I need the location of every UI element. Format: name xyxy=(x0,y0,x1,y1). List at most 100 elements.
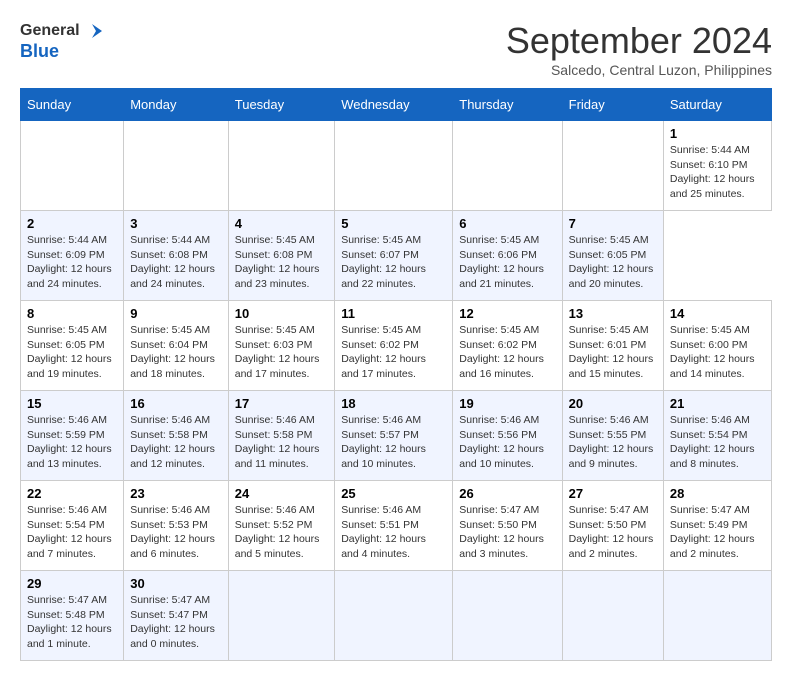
day-number: 21 xyxy=(670,396,765,411)
day-info: Sunrise: 5:46 AM Sunset: 5:51 PM Dayligh… xyxy=(341,503,446,562)
day-number: 20 xyxy=(569,396,657,411)
day-number: 4 xyxy=(235,216,328,231)
day-number: 16 xyxy=(130,396,222,411)
day-info: Sunrise: 5:45 AM Sunset: 6:06 PM Dayligh… xyxy=(459,233,555,292)
calendar-day-cell: 21 Sunrise: 5:46 AM Sunset: 5:54 PM Dayl… xyxy=(663,391,771,481)
header-thursday: Thursday xyxy=(453,89,562,121)
day-info: Sunrise: 5:46 AM Sunset: 5:54 PM Dayligh… xyxy=(27,503,117,562)
day-info: Sunrise: 5:44 AM Sunset: 6:10 PM Dayligh… xyxy=(670,143,765,202)
header-sunday: Sunday xyxy=(21,89,124,121)
calendar-week-row: 15 Sunrise: 5:46 AM Sunset: 5:59 PM Dayl… xyxy=(21,391,772,481)
day-info: Sunrise: 5:47 AM Sunset: 5:50 PM Dayligh… xyxy=(569,503,657,562)
title-section: September 2024 Salcedo, Central Luzon, P… xyxy=(506,20,772,78)
calendar-day-cell: 18 Sunrise: 5:46 AM Sunset: 5:57 PM Dayl… xyxy=(335,391,453,481)
header-wednesday: Wednesday xyxy=(335,89,453,121)
calendar-table: Sunday Monday Tuesday Wednesday Thursday… xyxy=(20,88,772,661)
day-number: 7 xyxy=(569,216,657,231)
day-info: Sunrise: 5:46 AM Sunset: 5:59 PM Dayligh… xyxy=(27,413,117,472)
logo-arrow-icon xyxy=(82,20,104,42)
day-info: Sunrise: 5:47 AM Sunset: 5:48 PM Dayligh… xyxy=(27,593,117,652)
calendar-day-cell: 22 Sunrise: 5:46 AM Sunset: 5:54 PM Dayl… xyxy=(21,481,124,571)
day-number: 29 xyxy=(27,576,117,591)
calendar-week-row: 1 Sunrise: 5:44 AM Sunset: 6:10 PM Dayli… xyxy=(21,121,772,211)
day-number: 22 xyxy=(27,486,117,501)
calendar-day-cell: 24 Sunrise: 5:46 AM Sunset: 5:52 PM Dayl… xyxy=(228,481,334,571)
day-info: Sunrise: 5:45 AM Sunset: 6:01 PM Dayligh… xyxy=(569,323,657,382)
day-info: Sunrise: 5:45 AM Sunset: 6:07 PM Dayligh… xyxy=(341,233,446,292)
day-info: Sunrise: 5:46 AM Sunset: 5:56 PM Dayligh… xyxy=(459,413,555,472)
calendar-day-cell: 8 Sunrise: 5:45 AM Sunset: 6:05 PM Dayli… xyxy=(21,301,124,391)
day-number: 25 xyxy=(341,486,446,501)
day-info: Sunrise: 5:45 AM Sunset: 6:05 PM Dayligh… xyxy=(27,323,117,382)
calendar-day-cell: 12 Sunrise: 5:45 AM Sunset: 6:02 PM Dayl… xyxy=(453,301,562,391)
day-info: Sunrise: 5:45 AM Sunset: 6:04 PM Dayligh… xyxy=(130,323,222,382)
calendar-day-cell: 30 Sunrise: 5:47 AM Sunset: 5:47 PM Dayl… xyxy=(124,571,229,661)
calendar-empty-cell xyxy=(335,571,453,661)
day-number: 17 xyxy=(235,396,328,411)
day-info: Sunrise: 5:45 AM Sunset: 6:08 PM Dayligh… xyxy=(235,233,328,292)
day-info: Sunrise: 5:46 AM Sunset: 5:53 PM Dayligh… xyxy=(130,503,222,562)
day-number: 15 xyxy=(27,396,117,411)
calendar-day-cell: 6 Sunrise: 5:45 AM Sunset: 6:06 PM Dayli… xyxy=(453,211,562,301)
day-number: 2 xyxy=(27,216,117,231)
day-number: 26 xyxy=(459,486,555,501)
day-number: 13 xyxy=(569,306,657,321)
header-friday: Friday xyxy=(562,89,663,121)
day-info: Sunrise: 5:47 AM Sunset: 5:49 PM Dayligh… xyxy=(670,503,765,562)
month-title: September 2024 xyxy=(506,20,772,62)
header-monday: Monday xyxy=(124,89,229,121)
day-number: 3 xyxy=(130,216,222,231)
day-number: 8 xyxy=(27,306,117,321)
calendar-day-cell: 15 Sunrise: 5:46 AM Sunset: 5:59 PM Dayl… xyxy=(21,391,124,481)
calendar-week-row: 8 Sunrise: 5:45 AM Sunset: 6:05 PM Dayli… xyxy=(21,301,772,391)
calendar-empty-cell xyxy=(228,121,334,211)
day-info: Sunrise: 5:44 AM Sunset: 6:08 PM Dayligh… xyxy=(130,233,222,292)
day-number: 11 xyxy=(341,306,446,321)
calendar-empty-cell xyxy=(453,571,562,661)
day-number: 6 xyxy=(459,216,555,231)
calendar-week-row: 29 Sunrise: 5:47 AM Sunset: 5:48 PM Dayl… xyxy=(21,571,772,661)
calendar-empty-cell xyxy=(124,121,229,211)
day-info: Sunrise: 5:45 AM Sunset: 6:05 PM Dayligh… xyxy=(569,233,657,292)
day-number: 18 xyxy=(341,396,446,411)
calendar-day-cell: 11 Sunrise: 5:45 AM Sunset: 6:02 PM Dayl… xyxy=(335,301,453,391)
calendar-empty-cell xyxy=(228,571,334,661)
day-info: Sunrise: 5:46 AM Sunset: 5:54 PM Dayligh… xyxy=(670,413,765,472)
calendar-empty-cell xyxy=(21,121,124,211)
day-number: 19 xyxy=(459,396,555,411)
calendar-empty-cell xyxy=(562,571,663,661)
header-saturday: Saturday xyxy=(663,89,771,121)
calendar-day-cell: 28 Sunrise: 5:47 AM Sunset: 5:49 PM Dayl… xyxy=(663,481,771,571)
day-number: 9 xyxy=(130,306,222,321)
calendar-day-cell: 27 Sunrise: 5:47 AM Sunset: 5:50 PM Dayl… xyxy=(562,481,663,571)
calendar-day-cell: 19 Sunrise: 5:46 AM Sunset: 5:56 PM Dayl… xyxy=(453,391,562,481)
calendar-day-cell: 5 Sunrise: 5:45 AM Sunset: 6:07 PM Dayli… xyxy=(335,211,453,301)
day-number: 14 xyxy=(670,306,765,321)
calendar-header-row: Sunday Monday Tuesday Wednesday Thursday… xyxy=(21,89,772,121)
day-number: 23 xyxy=(130,486,222,501)
calendar-day-cell: 10 Sunrise: 5:45 AM Sunset: 6:03 PM Dayl… xyxy=(228,301,334,391)
day-info: Sunrise: 5:44 AM Sunset: 6:09 PM Dayligh… xyxy=(27,233,117,292)
day-number: 24 xyxy=(235,486,328,501)
day-info: Sunrise: 5:46 AM Sunset: 5:58 PM Dayligh… xyxy=(235,413,328,472)
day-info: Sunrise: 5:46 AM Sunset: 5:55 PM Dayligh… xyxy=(569,413,657,472)
day-number: 27 xyxy=(569,486,657,501)
calendar-day-cell: 1 Sunrise: 5:44 AM Sunset: 6:10 PM Dayli… xyxy=(663,121,771,211)
calendar-empty-cell xyxy=(453,121,562,211)
calendar-day-cell: 20 Sunrise: 5:46 AM Sunset: 5:55 PM Dayl… xyxy=(562,391,663,481)
calendar-day-cell: 7 Sunrise: 5:45 AM Sunset: 6:05 PM Dayli… xyxy=(562,211,663,301)
day-number: 28 xyxy=(670,486,765,501)
calendar-day-cell: 4 Sunrise: 5:45 AM Sunset: 6:08 PM Dayli… xyxy=(228,211,334,301)
calendar-day-cell: 14 Sunrise: 5:45 AM Sunset: 6:00 PM Dayl… xyxy=(663,301,771,391)
day-info: Sunrise: 5:45 AM Sunset: 6:00 PM Dayligh… xyxy=(670,323,765,382)
day-info: Sunrise: 5:45 AM Sunset: 6:02 PM Dayligh… xyxy=(459,323,555,382)
calendar-day-cell: 26 Sunrise: 5:47 AM Sunset: 5:50 PM Dayl… xyxy=(453,481,562,571)
header-tuesday: Tuesday xyxy=(228,89,334,121)
day-number: 5 xyxy=(341,216,446,231)
calendar-week-row: 22 Sunrise: 5:46 AM Sunset: 5:54 PM Dayl… xyxy=(21,481,772,571)
calendar-empty-cell xyxy=(562,121,663,211)
day-number: 12 xyxy=(459,306,555,321)
calendar-day-cell: 29 Sunrise: 5:47 AM Sunset: 5:48 PM Dayl… xyxy=(21,571,124,661)
day-number: 30 xyxy=(130,576,222,591)
calendar-day-cell: 9 Sunrise: 5:45 AM Sunset: 6:04 PM Dayli… xyxy=(124,301,229,391)
